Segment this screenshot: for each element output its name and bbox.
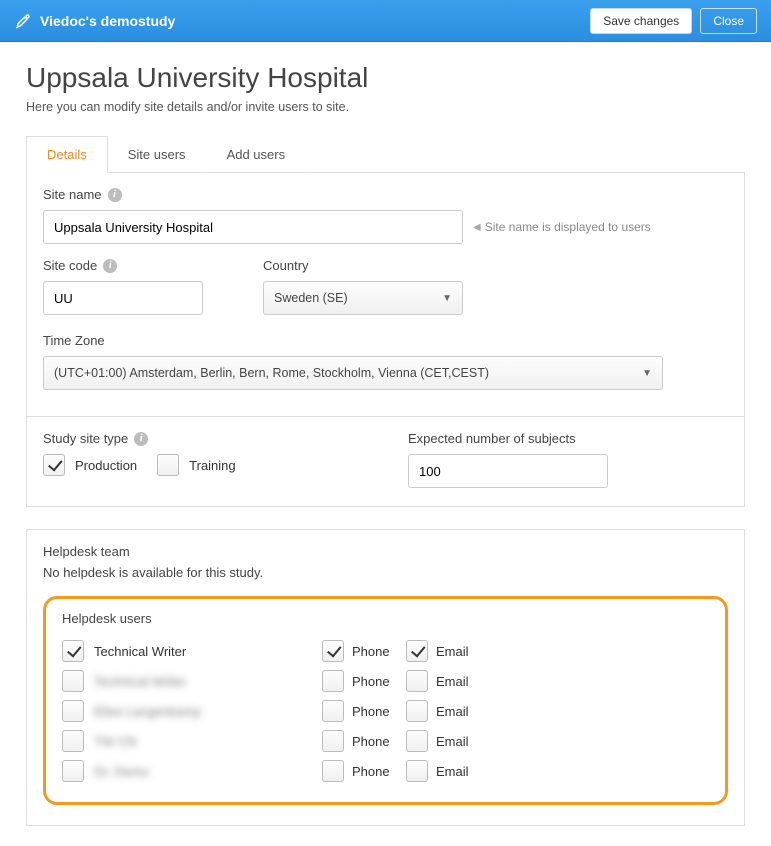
topbar: Viedoc's demostudy Save changes Close	[0, 0, 771, 42]
helpdesk-users-label: Helpdesk users	[62, 611, 709, 626]
helpdesk-user-checkbox[interactable]	[62, 670, 84, 692]
helpdesk-phone-label: Phone	[352, 674, 390, 689]
helpdesk-user-row: Technical Writer Phone Email	[62, 666, 709, 696]
helpdesk-user-row: Technical Writer Phone Email	[62, 636, 709, 666]
country-select[interactable]: Sweden (SE) ▼	[263, 281, 463, 315]
helpdesk-phone-checkbox[interactable]	[322, 670, 344, 692]
info-icon[interactable]: i	[134, 432, 148, 446]
helpdesk-email-checkbox[interactable]	[406, 700, 428, 722]
info-icon[interactable]: i	[103, 259, 117, 273]
helpdesk-user-name: Technical Writer	[94, 644, 186, 659]
page-title: Uppsala University Hospital	[26, 62, 745, 94]
helpdesk-phone-label: Phone	[352, 704, 390, 719]
site-name-input[interactable]	[43, 210, 463, 244]
site-name-label: Site name i	[43, 187, 728, 202]
study-site-type-label: Study site type i	[43, 431, 368, 446]
helpdesk-phone-label: Phone	[352, 764, 390, 779]
country-label: Country	[263, 258, 463, 273]
helpdesk-user-name: TW CN	[94, 734, 137, 749]
helpdesk-user-name: Dr. Demo	[94, 764, 149, 779]
helpdesk-email-label: Email	[436, 764, 469, 779]
timezone-select[interactable]: (UTC+01:00) Amsterdam, Berlin, Bern, Rom…	[43, 356, 663, 390]
tabs: Details Site users Add users	[26, 136, 745, 173]
app-title: Viedoc's demostudy	[40, 13, 582, 29]
helpdesk-phone-checkbox[interactable]	[322, 730, 344, 752]
tools-icon	[14, 12, 32, 30]
helpdesk-user-row: Elise Langenkamp Phone Email	[62, 696, 709, 726]
country-value: Sweden (SE)	[274, 291, 348, 305]
site-name-label-text: Site name	[43, 187, 102, 202]
expected-input[interactable]	[408, 454, 608, 488]
training-label: Training	[189, 458, 235, 473]
chevron-down-icon: ▼	[442, 293, 452, 304]
site-code-input[interactable]	[43, 281, 203, 315]
study-site-type-text: Study site type	[43, 431, 128, 446]
helpdesk-user-name: Elise Langenkamp	[94, 704, 201, 719]
helpdesk-user-checkbox[interactable]	[62, 700, 84, 722]
helpdesk-email-label: Email	[436, 734, 469, 749]
site-code-label: Site code i	[43, 258, 203, 273]
site-type-panel: Study site type i Production Training Ex…	[26, 417, 745, 507]
helpdesk-email-label: Email	[436, 674, 469, 689]
helpdesk-team-label: Helpdesk team	[43, 544, 728, 559]
site-name-hint-text: Site name is displayed to users	[485, 220, 651, 234]
chevron-left-icon: ◀	[473, 222, 481, 233]
chevron-down-icon: ▼	[642, 368, 652, 379]
helpdesk-phone-label: Phone	[352, 644, 390, 659]
helpdesk-phone-label: Phone	[352, 734, 390, 749]
content: Uppsala University Hospital Here you can…	[0, 42, 771, 846]
details-panel: Site name i ◀ Site name is displayed to …	[26, 172, 745, 417]
helpdesk-user-checkbox[interactable]	[62, 640, 84, 662]
helpdesk-user-row: TW CN Phone Email	[62, 726, 709, 756]
helpdesk-users-highlight: Helpdesk users Technical Writer Phone Emai…	[43, 596, 728, 805]
helpdesk-user-checkbox[interactable]	[62, 730, 84, 752]
helpdesk-email-checkbox[interactable]	[406, 670, 428, 692]
helpdesk-email-checkbox[interactable]	[406, 640, 428, 662]
site-name-hint: ◀ Site name is displayed to users	[473, 220, 651, 234]
tab-details[interactable]: Details	[26, 136, 108, 173]
helpdesk-email-checkbox[interactable]	[406, 730, 428, 752]
helpdesk-email-checkbox[interactable]	[406, 760, 428, 782]
helpdesk-team-msg: No helpdesk is available for this study.	[43, 565, 728, 580]
close-button[interactable]: Close	[700, 8, 757, 34]
helpdesk-email-label: Email	[436, 644, 469, 659]
production-checkbox[interactable]	[43, 454, 65, 476]
helpdesk-user-row: Dr. Demo Phone Email	[62, 756, 709, 786]
helpdesk-phone-checkbox[interactable]	[322, 700, 344, 722]
helpdesk-email-label: Email	[436, 704, 469, 719]
helpdesk-panel: Helpdesk team No helpdesk is available f…	[26, 529, 745, 826]
production-label: Production	[75, 458, 137, 473]
tab-add-users[interactable]: Add users	[206, 136, 307, 173]
page-subtitle: Here you can modify site details and/or …	[26, 100, 745, 114]
timezone-value: (UTC+01:00) Amsterdam, Berlin, Bern, Rom…	[54, 366, 489, 380]
training-checkbox[interactable]	[157, 454, 179, 476]
tab-site-users[interactable]: Site users	[107, 136, 207, 173]
helpdesk-user-checkbox[interactable]	[62, 760, 84, 782]
helpdesk-phone-checkbox[interactable]	[322, 640, 344, 662]
helpdesk-phone-checkbox[interactable]	[322, 760, 344, 782]
helpdesk-user-name: Technical Writer	[94, 674, 186, 689]
site-code-label-text: Site code	[43, 258, 97, 273]
expected-label: Expected number of subjects	[408, 431, 728, 446]
save-button[interactable]: Save changes	[590, 8, 692, 34]
info-icon[interactable]: i	[108, 188, 122, 202]
timezone-label: Time Zone	[43, 333, 728, 348]
